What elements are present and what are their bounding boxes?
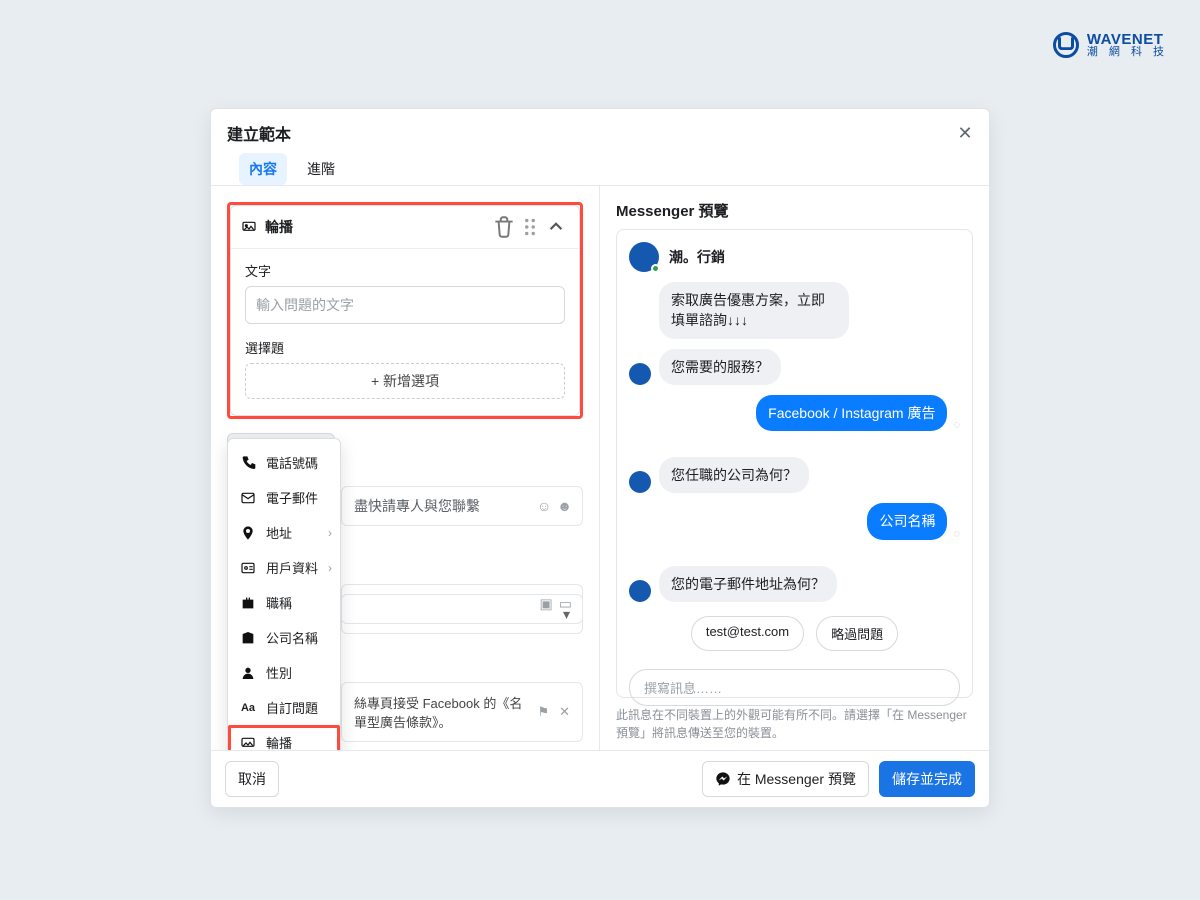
building-icon — [240, 630, 256, 646]
avatar — [629, 363, 651, 385]
menu-item-job-title[interactable]: 職稱 — [228, 585, 340, 620]
menu-item-label: 電話號碼 — [266, 453, 318, 472]
dialog-title: 建立範本 — [227, 121, 973, 145]
menu-item-gender[interactable]: 性別 — [228, 655, 340, 690]
quick-reply-chip[interactable]: test@test.com — [691, 616, 804, 651]
drag-handle[interactable] — [517, 214, 543, 240]
tab-content[interactable]: 內容 — [239, 153, 287, 185]
id-card-icon — [240, 560, 256, 576]
contact-text: 盡快請專人與您聯繫 — [354, 496, 480, 516]
trash-icon — [491, 214, 517, 240]
pin-icon — [240, 525, 256, 541]
brand-mark-icon — [1053, 32, 1079, 58]
email-icon — [240, 490, 256, 506]
text-label: 文字 — [245, 261, 565, 280]
avatar — [629, 580, 651, 602]
brand-sub: 潮 網 科 技 — [1087, 47, 1168, 58]
choice-label: 選擇題 — [245, 338, 565, 357]
under-content: 盡快請專人與您聯繫 ☺ ☻ ▣ ▭ — [341, 486, 583, 750]
brand-logo: WAVENET 潮 網 科 技 — [1053, 32, 1168, 58]
presence-dot-icon — [651, 264, 660, 273]
incoming-message: 您的電子郵件地址為何？ — [659, 566, 837, 602]
editor-panel: 輪播 文字 — [211, 186, 600, 750]
cancel-button[interactable]: 取消 — [225, 761, 279, 797]
menu-item-user-data[interactable]: 用戶資料 › — [228, 550, 340, 585]
remove-consent-icon[interactable]: ✕ — [559, 704, 570, 720]
carousel-block-highlight: 輪播 文字 — [227, 202, 583, 419]
chevron-right-icon: › — [328, 561, 332, 575]
phone-icon — [240, 455, 256, 471]
brand-name: WAVENET — [1087, 32, 1168, 47]
preview-panel: Messenger 預覽 潮。行銷 索取廣告優惠方案，立即填單諮詢↓↓↓ — [600, 186, 989, 750]
menu-item-label: 輪播 — [266, 733, 292, 750]
add-choice-button[interactable]: + 新增選項 — [245, 363, 565, 399]
incoming-message: 您需要的服務？ — [659, 349, 781, 385]
close-icon: ✕ — [957, 123, 972, 144]
carousel-title: 輪播 — [265, 217, 491, 237]
messenger-preview: 潮。行銷 索取廣告優惠方案，立即填單諮詢↓↓↓ 您需要的服務？ Facebook — [616, 229, 973, 698]
menu-item-address[interactable]: 地址 › — [228, 515, 340, 550]
carousel-icon — [241, 219, 257, 235]
menu-item-email[interactable]: 電子郵件 — [228, 480, 340, 515]
chevron-up-icon — [543, 214, 569, 240]
briefcase-icon — [240, 595, 256, 611]
menu-item-carousel[interactable]: 輪播 — [228, 725, 340, 750]
menu-item-label: 電子郵件 — [266, 488, 318, 507]
outgoing-message: 公司名稱 — [867, 503, 947, 539]
menu-item-custom[interactable]: Aa 自訂問題 — [228, 690, 340, 725]
contact-box[interactable]: 盡快請專人與您聯繫 ☺ ☻ — [341, 486, 583, 526]
grip-icon — [517, 214, 543, 240]
carousel-card: 輪播 文字 — [230, 205, 580, 416]
preview-title: Messenger 預覽 — [616, 200, 973, 221]
compose-input[interactable]: 撰寫訊息…… — [629, 669, 960, 706]
menu-item-phone[interactable]: 電話號碼 — [228, 445, 340, 480]
carousel-icon — [240, 735, 256, 751]
avatar — [629, 471, 651, 493]
close-button[interactable]: ✕ — [951, 119, 979, 147]
menu-item-company[interactable]: 公司名稱 — [228, 620, 340, 655]
menu-item-label: 地址 — [266, 523, 292, 542]
avatar — [629, 242, 659, 272]
incoming-message: 索取廣告優惠方案，立即填單諮詢↓↓↓ — [659, 282, 849, 339]
text-icon: Aa — [240, 700, 256, 716]
preview-disclaimer: 此訊息在不同裝置上的外觀可能有所不同。請選擇「在 Messenger 預覽」將訊… — [616, 706, 973, 742]
menu-item-label: 職稱 — [266, 593, 292, 612]
question-type-menu: 電話號碼 電子郵件 地址 › 用戶資料 › — [227, 438, 341, 750]
preview-in-messenger-button[interactable]: 在 Messenger 預覽 — [702, 761, 869, 797]
menu-item-label: 公司名稱 — [266, 628, 318, 647]
delete-button[interactable] — [491, 214, 517, 240]
chevron-right-icon: › — [328, 526, 332, 540]
incoming-message: 您任職的公司為何？ — [659, 457, 809, 493]
person-icon — [240, 665, 256, 681]
tab-advanced[interactable]: 進階 — [297, 153, 345, 185]
messenger-icon — [715, 771, 731, 787]
template-dialog: 建立範本 ✕ 內容 進階 輪播 — [210, 108, 990, 808]
persona-icon[interactable]: ☻ — [557, 498, 572, 514]
consent-row: 絲專頁接受 Facebook 的《名單型廣告條款》。 ⚑ ✕ — [341, 682, 583, 742]
menu-item-label: 性別 — [266, 663, 292, 682]
dialog-footer: 取消 在 Messenger 預覽 儲存並完成 — [211, 750, 989, 807]
quick-reply-chip[interactable]: 略過問題 — [816, 616, 898, 651]
preview-button-label: 在 Messenger 預覽 — [737, 769, 856, 789]
page-name: 潮。行銷 — [669, 247, 725, 267]
emoji-icon[interactable]: ☺ — [537, 498, 551, 514]
delivered-icon: ◌ — [953, 528, 960, 540]
flag-icon[interactable]: ⚑ — [537, 704, 549, 720]
question-text-input[interactable] — [245, 286, 565, 324]
save-button[interactable]: 儲存並完成 — [879, 761, 975, 797]
collapse-button[interactable] — [543, 214, 569, 240]
select-box[interactable] — [341, 594, 583, 634]
menu-item-label: 用戶資料 — [266, 558, 318, 577]
outgoing-message: Facebook / Instagram 廣告 — [756, 395, 947, 431]
menu-item-label: 自訂問題 — [266, 698, 318, 717]
consent-text: 絲專頁接受 Facebook 的《名單型廣告條款》。 — [354, 693, 527, 731]
delivered-icon: ◌ — [953, 419, 960, 431]
